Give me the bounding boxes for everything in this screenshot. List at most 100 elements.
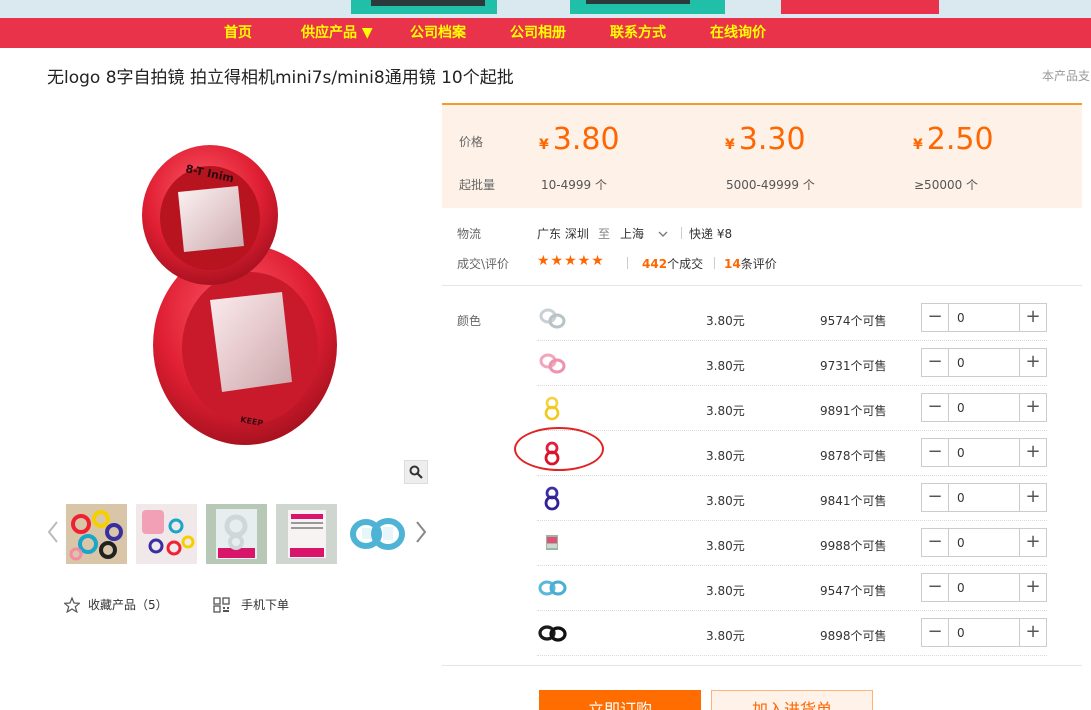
thumb-prev-arrow[interactable] [46, 520, 60, 544]
buy-now-button[interactable]: 立即订购 [539, 690, 701, 710]
nav-item-home[interactable]: 首页 [224, 18, 252, 48]
thumbnail[interactable] [346, 504, 407, 564]
banner-tile[interactable] [351, 0, 497, 14]
decrement-button[interactable]: − [922, 484, 949, 511]
reviews-count: 14 [724, 257, 741, 271]
increment-button[interactable]: + [1019, 394, 1046, 421]
divider [627, 257, 628, 269]
nav-item-company-album[interactable]: 公司相册 [510, 18, 566, 48]
quantity-stepper: − + [921, 348, 1047, 377]
quantity-input[interactable] [950, 574, 1020, 601]
quantity-input[interactable] [950, 619, 1020, 646]
variant-stock: 9841个可售 [820, 494, 887, 508]
top-banner-strip [0, 0, 1091, 18]
nav-item-company-profile[interactable]: 公司档案 [410, 18, 466, 48]
decrement-button[interactable]: − [922, 439, 949, 466]
nav-item-contact[interactable]: 联系方式 [610, 18, 666, 48]
quantity-input[interactable] [950, 394, 1020, 421]
variant-price: 3.80元 [706, 539, 745, 553]
increment-button[interactable]: + [1019, 439, 1046, 466]
price-tier-2: ¥3.30 [725, 122, 806, 157]
variant-price: 3.80元 [706, 629, 745, 643]
variant-stock: 9547个可售 [820, 584, 887, 598]
thumbnail[interactable] [66, 504, 127, 564]
increment-button[interactable]: + [1019, 619, 1046, 646]
variant-price: 3.80元 [706, 449, 745, 463]
packaged-lens-icon[interactable] [537, 529, 567, 557]
rating-stars: ★★★★★ [537, 253, 605, 269]
variant-row: 3.80元 9898个可售 − + [537, 611, 1047, 656]
destination-select[interactable]: 上海 [620, 225, 668, 242]
thumbnail[interactable] [136, 504, 197, 564]
deals-count: 442 [642, 257, 668, 271]
variant-price: 3.80元 [706, 584, 745, 598]
qty-tier-1: 10-4999 个 [541, 178, 607, 192]
thumb-next-arrow[interactable] [414, 520, 428, 544]
decrement-button[interactable]: − [922, 304, 949, 331]
variant-stock: 9878个可售 [820, 449, 887, 463]
reviews-count-link[interactable]: 14条评价 [724, 255, 777, 272]
variant-price: 3.80元 [706, 494, 745, 508]
mobile-order-button[interactable]: 手机下单 [213, 596, 289, 613]
product-main-image[interactable]: 8-T Inim KEEP [60, 100, 430, 490]
increment-button[interactable]: + [1019, 304, 1046, 331]
side-note: 本产品支 [1042, 69, 1091, 83]
variant-row: 3.80元 9891个可售 − + [537, 386, 1047, 431]
decrement-button[interactable]: − [922, 529, 949, 556]
increment-button[interactable]: + [1019, 574, 1046, 601]
decrement-button[interactable]: − [922, 574, 949, 601]
quantity-stepper: − + [921, 528, 1047, 557]
banner-tile[interactable] [781, 0, 939, 14]
favorite-label: 收藏产品（5） [88, 598, 168, 612]
pink-lens-icon[interactable] [537, 349, 567, 377]
product-title: 无logo 8字自拍镜 拍立得相机mini7s/mini8通用镜 10个起批 [47, 68, 514, 88]
increment-button[interactable]: + [1019, 529, 1046, 556]
nav-item-products[interactable]: 供应产品 ▼ [301, 18, 373, 48]
ship-from: 广东 深圳 [537, 227, 589, 241]
quantity-stepper: − + [921, 303, 1047, 332]
destination-value: 上海 [620, 227, 645, 241]
qr-code-icon [213, 596, 230, 613]
blue-lens-icon[interactable] [537, 574, 567, 602]
black-lens-icon[interactable] [537, 619, 567, 647]
quantity-input[interactable] [950, 304, 1020, 331]
variant-row: 3.80元 9841个可售 − + [537, 476, 1047, 521]
yellow-lens-icon[interactable] [537, 394, 567, 422]
variant-stock: 9988个可售 [820, 539, 887, 553]
decrement-button[interactable]: − [922, 394, 949, 421]
star-outline-icon [64, 596, 80, 613]
price-panel: 价格 起批量 ¥3.80 ¥3.30 ¥2.50 10-4999 个 5000-… [442, 103, 1082, 208]
quantity-stepper: − + [921, 483, 1047, 512]
color-label: 颜色 [457, 314, 482, 328]
red-lens-icon[interactable] [537, 439, 567, 467]
nav-item-inquiry[interactable]: 在线询价 [710, 18, 766, 48]
qty-tier-2: 5000-49999 个 [726, 178, 815, 192]
divider [681, 227, 682, 239]
favorite-button[interactable]: 收藏产品（5） [64, 596, 168, 613]
quantity-input[interactable] [950, 484, 1020, 511]
thumbnail[interactable] [206, 504, 267, 564]
variant-row: 3.80元 9878个可售 − + [537, 431, 1047, 476]
quantity-stepper: − + [921, 393, 1047, 422]
clear-lens-icon[interactable] [537, 304, 567, 332]
variant-stock: 9731个可售 [820, 359, 887, 373]
banner-tile[interactable] [570, 0, 725, 14]
thumbnail[interactable] [276, 504, 337, 564]
decrement-button[interactable]: − [922, 349, 949, 376]
decrement-button[interactable]: − [922, 619, 949, 646]
chevron-down-icon [658, 231, 668, 237]
mobile-order-label: 手机下单 [241, 598, 290, 612]
add-to-cart-button[interactable]: 加入进货单 [711, 690, 873, 710]
quantity-input[interactable] [950, 529, 1020, 556]
main-nav: 首页 供应产品 ▼ 公司档案 公司相册 联系方式 在线询价 [0, 18, 1091, 48]
chevron-left-icon [47, 521, 58, 543]
section-divider [442, 285, 1082, 286]
zoom-button[interactable] [404, 460, 428, 484]
purple-lens-icon[interactable] [537, 484, 567, 512]
increment-button[interactable]: + [1019, 349, 1046, 376]
deals-count-link[interactable]: 442个成交 [642, 255, 703, 272]
increment-button[interactable]: + [1019, 484, 1046, 511]
price-label: 价格 [459, 135, 484, 149]
quantity-input[interactable] [950, 349, 1020, 376]
quantity-input[interactable] [950, 439, 1020, 466]
